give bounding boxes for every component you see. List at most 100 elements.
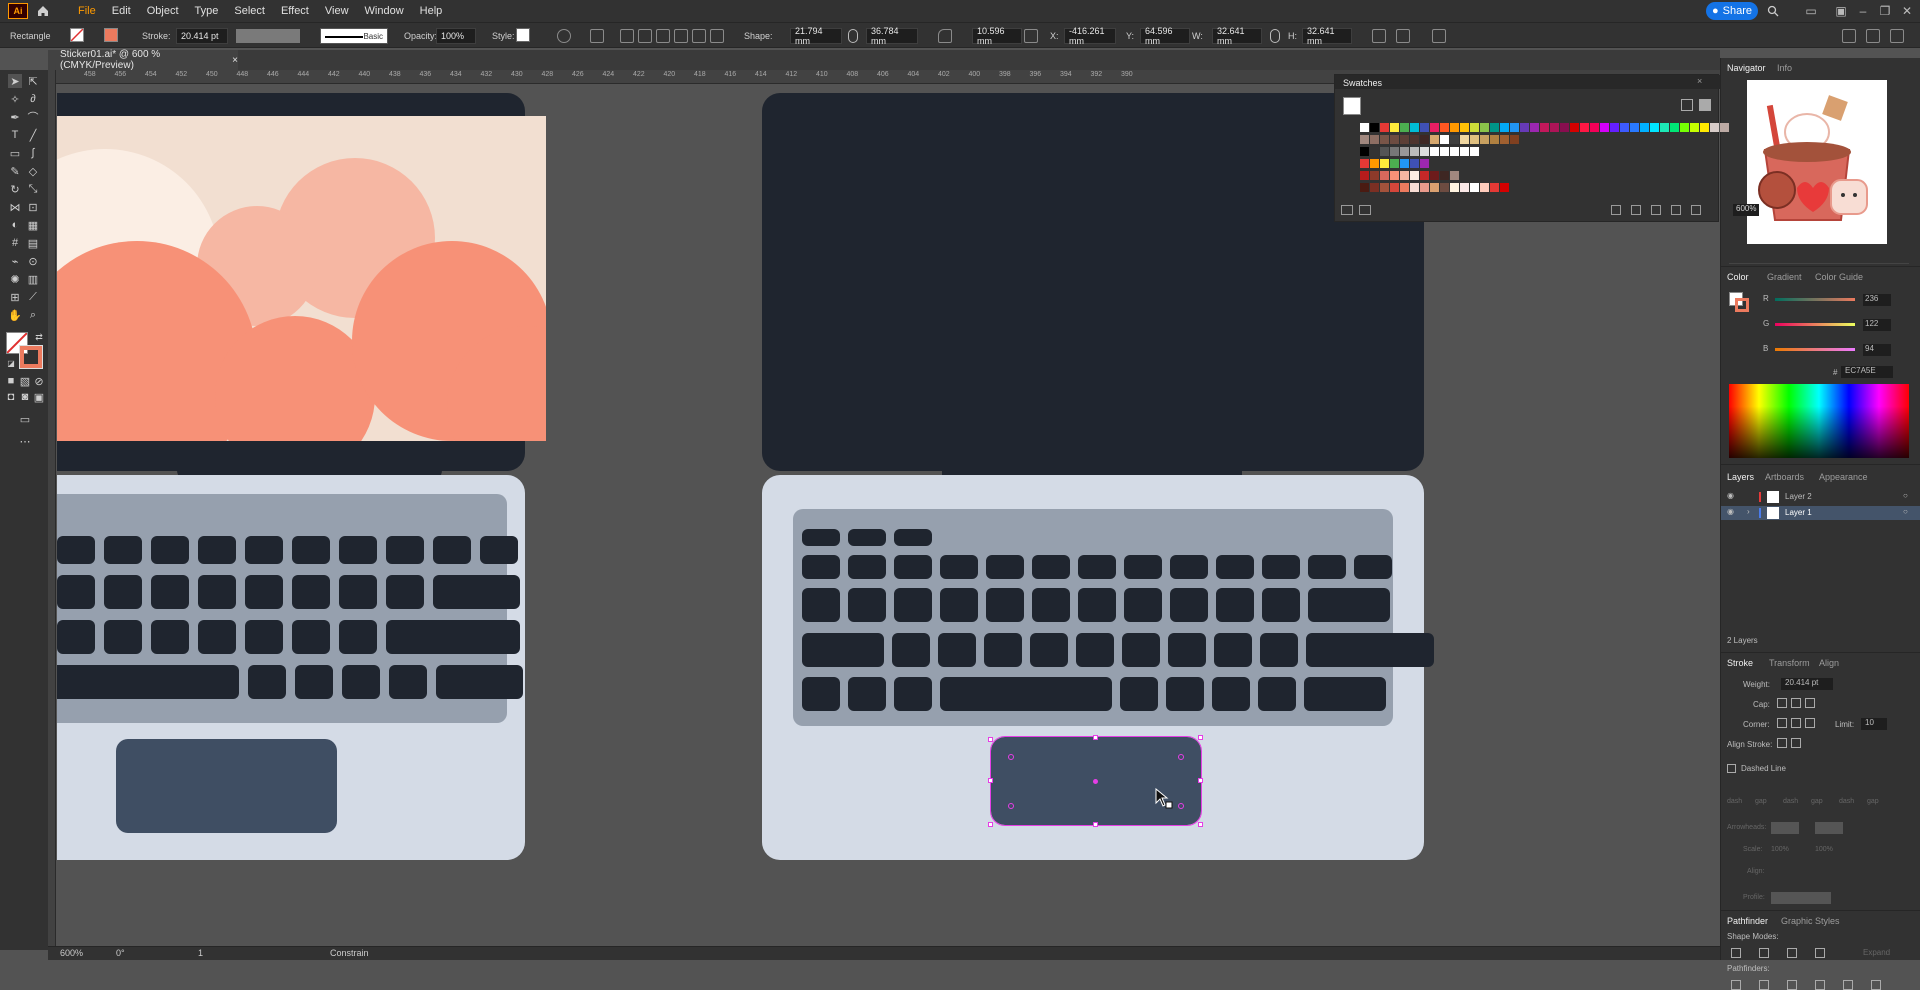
- menu-edit[interactable]: Edit: [104, 5, 139, 17]
- graphic-style-swatch[interactable]: [516, 28, 530, 42]
- corner-widget[interactable]: [1178, 754, 1184, 760]
- swatch[interactable]: [1710, 123, 1719, 132]
- transform-tab[interactable]: Transform: [1769, 658, 1810, 668]
- arrowhead-end-select[interactable]: [1815, 822, 1843, 834]
- swatch[interactable]: [1700, 123, 1709, 132]
- fill-swatch[interactable]: [70, 28, 84, 42]
- swatch[interactable]: [1550, 123, 1559, 132]
- selection-handle[interactable]: [988, 737, 993, 742]
- divide-icon[interactable]: [1731, 980, 1741, 990]
- r-value-field[interactable]: 236: [1863, 294, 1891, 306]
- width-tool-icon[interactable]: ⋈: [8, 200, 22, 214]
- swatch[interactable]: [1440, 183, 1449, 192]
- document-close-icon[interactable]: ×: [232, 55, 238, 66]
- shaper-tool-icon[interactable]: ✎: [8, 164, 22, 178]
- corner-widget[interactable]: [1008, 754, 1014, 760]
- swatch[interactable]: [1470, 123, 1479, 132]
- align-tab[interactable]: Align: [1819, 658, 1839, 668]
- swatch[interactable]: [1380, 183, 1389, 192]
- scale-start-field[interactable]: 100%: [1771, 846, 1789, 853]
- brush-definition[interactable]: Basic: [320, 28, 388, 44]
- intersect-icon[interactable]: [1787, 948, 1797, 958]
- screen-mode-icon[interactable]: ▭: [18, 412, 32, 426]
- color-guide-tab[interactable]: Color Guide: [1815, 272, 1863, 282]
- stroke-color-box[interactable]: [19, 345, 43, 369]
- swatch-options-icon[interactable]: [1611, 205, 1621, 215]
- swatch[interactable]: [1530, 123, 1539, 132]
- rotate-tool-icon[interactable]: ↻: [8, 182, 22, 196]
- control-menu-icon[interactable]: [1890, 29, 1904, 43]
- b-value-field[interactable]: 94: [1863, 344, 1891, 356]
- swatch[interactable]: [1400, 159, 1409, 168]
- paintbrush-tool-icon[interactable]: ∫: [26, 146, 40, 160]
- color-stroke-icon[interactable]: [1735, 298, 1749, 312]
- swatch[interactable]: [1460, 183, 1469, 192]
- swatch[interactable]: [1460, 123, 1469, 132]
- swatches-fill-stroke-icon[interactable]: [1343, 97, 1361, 115]
- direct-selection-tool-icon[interactable]: ⇱: [26, 74, 40, 88]
- swatch[interactable]: [1410, 147, 1419, 156]
- swatch[interactable]: [1420, 171, 1429, 180]
- swatch[interactable]: [1360, 147, 1369, 156]
- swap-colors-icon[interactable]: ⇄: [32, 330, 46, 344]
- swatch[interactable]: [1450, 183, 1459, 192]
- selection-handle[interactable]: [1198, 822, 1203, 827]
- swatch[interactable]: [1490, 123, 1499, 132]
- h-field[interactable]: 32.641 mm: [1302, 26, 1352, 46]
- swatch[interactable]: [1500, 135, 1509, 144]
- workspace-icon[interactable]: ▣: [1833, 3, 1849, 19]
- swatch[interactable]: [1410, 171, 1419, 180]
- g-slider[interactable]: [1775, 323, 1855, 326]
- hand-tool-icon[interactable]: ✋: [8, 308, 22, 322]
- transform-reference-icon[interactable]: [1024, 29, 1038, 43]
- menu-select[interactable]: Select: [226, 5, 273, 17]
- swatch[interactable]: [1390, 171, 1399, 180]
- butt-cap-icon[interactable]: [1777, 698, 1787, 708]
- swatch[interactable]: [1640, 123, 1649, 132]
- swatch[interactable]: [1400, 123, 1409, 132]
- scale-end-field[interactable]: 100%: [1815, 846, 1833, 853]
- swatch[interactable]: [1420, 159, 1429, 168]
- shape-height-field[interactable]: 36.784 mm: [866, 26, 918, 46]
- swatch[interactable]: [1500, 123, 1509, 132]
- swatch[interactable]: [1540, 123, 1549, 132]
- transform-icon[interactable]: [1372, 29, 1386, 43]
- close-icon[interactable]: ✕: [1899, 3, 1915, 19]
- color-mode-icon[interactable]: ■: [4, 374, 18, 388]
- selection-handle[interactable]: [988, 822, 993, 827]
- round-cap-icon[interactable]: [1791, 698, 1801, 708]
- expand-chevron-icon[interactable]: ›: [1747, 507, 1750, 516]
- swatch[interactable]: [1420, 123, 1429, 132]
- layer-row-selected[interactable]: ◉ › Layer 1 ○: [1721, 506, 1920, 520]
- swatch[interactable]: [1390, 159, 1399, 168]
- unite-icon[interactable]: [1731, 948, 1741, 958]
- layers-tab[interactable]: Layers: [1727, 472, 1754, 482]
- swatch[interactable]: [1520, 123, 1529, 132]
- swatch[interactable]: [1450, 123, 1459, 132]
- new-swatch-icon[interactable]: [1671, 205, 1681, 215]
- swatch[interactable]: [1400, 135, 1409, 144]
- share-button[interactable]: ● Share: [1706, 2, 1758, 20]
- merge-icon[interactable]: [1787, 980, 1797, 990]
- swatch[interactable]: [1570, 123, 1579, 132]
- shape-width-field[interactable]: 21.794 mm: [790, 26, 842, 46]
- swatch[interactable]: [1380, 147, 1389, 156]
- swatch[interactable]: [1500, 183, 1509, 192]
- swatch[interactable]: [1390, 183, 1399, 192]
- align-to-icon[interactable]: [590, 29, 604, 43]
- none-mode-icon[interactable]: ⊘: [32, 374, 46, 388]
- artboard-tool-icon[interactable]: ⊞: [8, 290, 22, 304]
- r-slider[interactable]: [1775, 298, 1855, 301]
- exclude-icon[interactable]: [1815, 948, 1825, 958]
- opacity-field[interactable]: 100%: [436, 28, 476, 44]
- swatch[interactable]: [1650, 123, 1659, 132]
- swatch[interactable]: [1360, 159, 1369, 168]
- swatch[interactable]: [1410, 135, 1419, 144]
- edit-toolbar-icon[interactable]: ⋯: [18, 434, 32, 448]
- navigator-zoom-field[interactable]: 600%: [1733, 204, 1760, 216]
- search-icon[interactable]: [1765, 3, 1781, 19]
- swatch[interactable]: [1390, 147, 1399, 156]
- swatch[interactable]: [1420, 147, 1429, 156]
- gradient-tool-icon[interactable]: ▤: [26, 236, 40, 250]
- swatch[interactable]: [1670, 123, 1679, 132]
